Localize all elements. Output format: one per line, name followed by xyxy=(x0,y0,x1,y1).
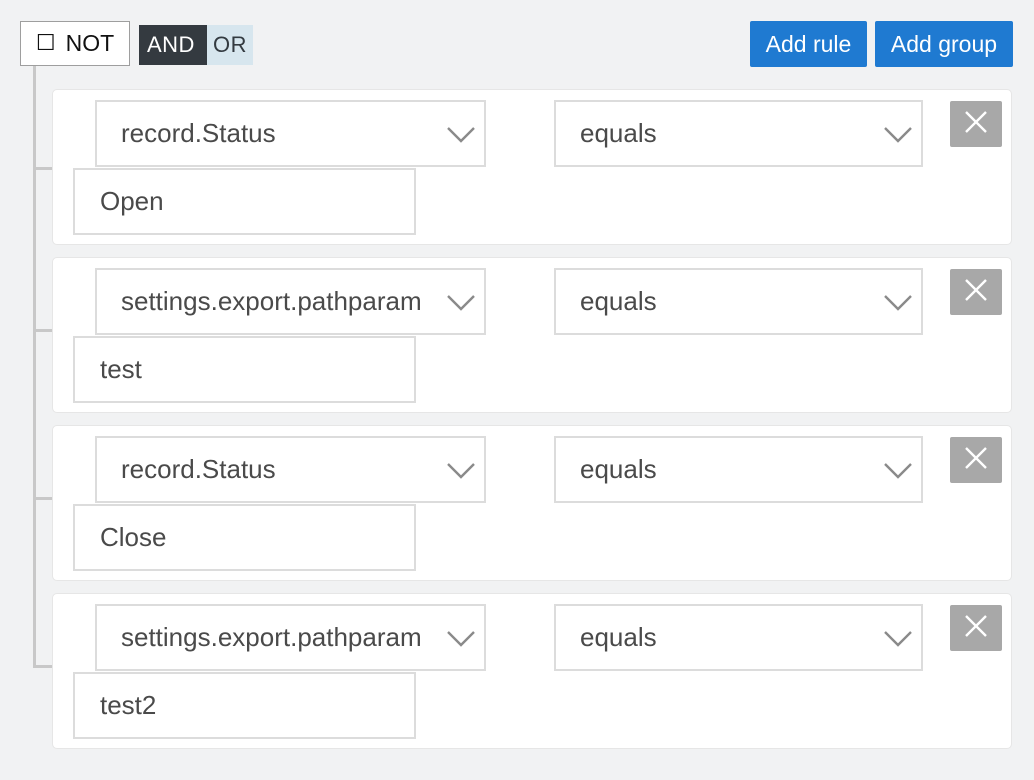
conjunction-or-button[interactable]: OR xyxy=(206,25,253,65)
tree-branch xyxy=(33,497,53,500)
delete-rule-button[interactable] xyxy=(950,269,1002,315)
operator-select-value: equals xyxy=(580,286,657,316)
field-select-value: settings.export.pathparam xyxy=(121,286,422,316)
operator-select[interactable]: equals xyxy=(554,100,923,167)
not-label: NOT xyxy=(65,30,115,56)
not-checkbox[interactable]: ☐ xyxy=(36,32,56,55)
close-icon xyxy=(964,110,988,139)
chevron-down-icon xyxy=(446,124,476,144)
add-group-button[interactable]: Add group xyxy=(875,21,1013,67)
close-icon xyxy=(964,446,988,475)
operator-select-value: equals xyxy=(580,118,657,148)
operator-select[interactable]: equals xyxy=(554,268,923,335)
delete-rule-button[interactable] xyxy=(950,605,1002,651)
chevron-down-icon xyxy=(883,124,913,144)
rule-row: settings.export.pathparam equals xyxy=(52,593,1012,749)
tree-branch xyxy=(33,167,53,170)
field-select[interactable]: settings.export.pathparam xyxy=(95,268,486,335)
tree-branch xyxy=(33,665,53,668)
chevron-down-icon xyxy=(446,628,476,648)
rule-row: settings.export.pathparam equals xyxy=(52,257,1012,413)
not-toggle[interactable]: ☐ NOT xyxy=(20,21,130,66)
operator-select-value: equals xyxy=(580,622,657,652)
chevron-down-icon xyxy=(883,460,913,480)
value-input[interactable] xyxy=(73,504,416,571)
tree-connector xyxy=(33,66,36,668)
operator-select[interactable]: equals xyxy=(554,436,923,503)
chevron-down-icon xyxy=(446,292,476,312)
chevron-down-icon xyxy=(446,460,476,480)
field-select[interactable]: record.Status xyxy=(95,100,486,167)
operator-select-value: equals xyxy=(580,454,657,484)
value-input[interactable] xyxy=(73,336,416,403)
field-select-value: record.Status xyxy=(121,118,276,148)
field-select-value: settings.export.pathparam xyxy=(121,622,422,652)
field-select[interactable]: settings.export.pathparam xyxy=(95,604,486,671)
delete-rule-button[interactable] xyxy=(950,437,1002,483)
chevron-down-icon xyxy=(883,628,913,648)
operator-select[interactable]: equals xyxy=(554,604,923,671)
field-select-value: record.Status xyxy=(121,454,276,484)
field-select[interactable]: record.Status xyxy=(95,436,486,503)
value-input[interactable] xyxy=(73,672,416,739)
rule-row: record.Status equals xyxy=(52,89,1012,245)
add-rule-button[interactable]: Add rule xyxy=(750,21,867,67)
tree-branch xyxy=(33,329,53,332)
conjunction-and-button[interactable]: AND xyxy=(139,25,207,65)
close-icon xyxy=(964,278,988,307)
rule-row: record.Status equals xyxy=(52,425,1012,581)
chevron-down-icon xyxy=(883,292,913,312)
delete-rule-button[interactable] xyxy=(950,101,1002,147)
close-icon xyxy=(964,614,988,643)
query-builder: ☐ NOT AND OR Add rule Add group record.S… xyxy=(0,0,1034,780)
value-input[interactable] xyxy=(73,168,416,235)
conjunction-switch: AND OR xyxy=(139,25,253,65)
